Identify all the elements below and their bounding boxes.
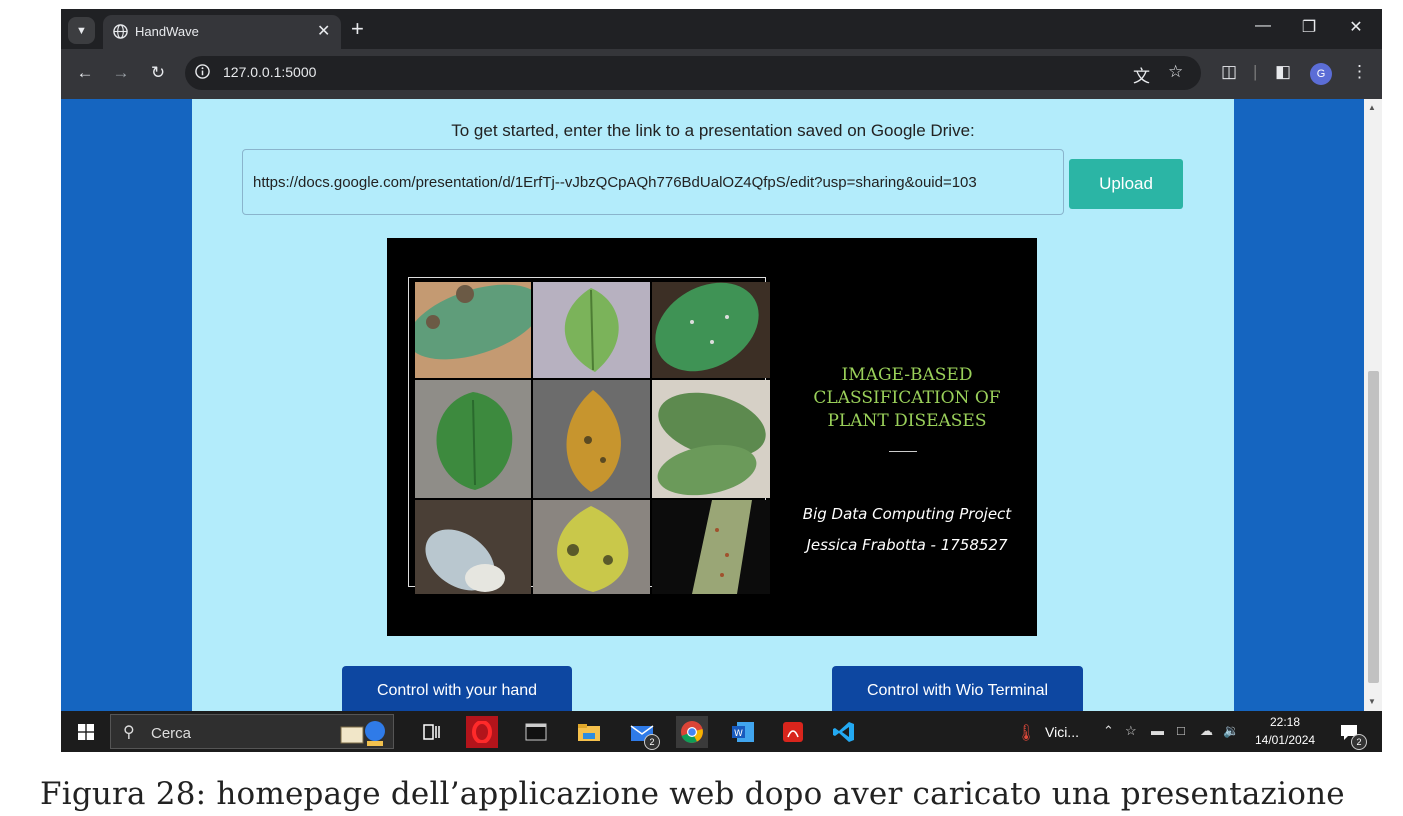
slide-author: Jessica Frabotta - 1758527 — [806, 536, 1008, 554]
upload-button[interactable]: Upload — [1069, 159, 1183, 209]
mail-icon[interactable]: 2 — [626, 716, 660, 750]
chrome-icon[interactable] — [676, 716, 708, 748]
slide-title-line: IMAGE-BASED — [841, 365, 973, 385]
word-icon[interactable]: W — [727, 716, 759, 748]
tab-search-button[interactable]: ▼ — [68, 17, 95, 44]
window-close-icon[interactable]: ✕ — [1341, 17, 1371, 37]
search-icon: ⚲ — [123, 724, 135, 741]
plant-leaf-collage — [415, 282, 770, 594]
page-viewport: To get started, enter the link to a pres… — [61, 99, 1364, 711]
clock-time[interactable]: 22:18 — [1270, 715, 1300, 729]
opera-icon[interactable] — [466, 716, 498, 748]
tab-close-icon[interactable]: ✕ — [317, 21, 330, 41]
side-panel-icon[interactable]: ◧ — [1275, 62, 1291, 82]
notification-center-icon[interactable]: 2 — [1333, 716, 1367, 750]
slide-title: IMAGE-BASED CLASSIFICATION OF PLANT DISE… — [792, 364, 1022, 433]
leaf-photo — [652, 282, 770, 378]
control-with-wio-terminal-button[interactable]: Control with Wio Terminal — [832, 666, 1083, 711]
file-explorer-icon[interactable] — [573, 716, 605, 748]
browser-window: ▼ HandWave ✕ + — ❐ ✕ ← → ↻ 127.0.0.1:500… — [61, 9, 1382, 711]
page-scrollbar[interactable]: ▲ ▼ — [1364, 99, 1382, 711]
search-highlight-icon — [340, 721, 385, 746]
browser-toolbar: ← → ↻ 127.0.0.1:5000 文 ☆ ◫ | ◧ G ⋮ — [61, 49, 1382, 99]
onedrive-cloud-icon[interactable]: ☁ — [1200, 723, 1213, 739]
tab-title: HandWave — [135, 24, 199, 39]
slide-preview: IMAGE-BASED CLASSIFICATION OF PLANT DISE… — [387, 238, 1037, 636]
slide-subtitle: Big Data Computing Project — [802, 505, 1012, 523]
vscode-icon[interactable] — [828, 716, 860, 748]
reload-icon[interactable]: ↻ — [146, 63, 170, 83]
new-tab-icon[interactable]: + — [351, 16, 364, 42]
bookmark-star-icon[interactable]: ☆ — [1168, 62, 1183, 82]
weather-text[interactable]: Vici... — [1045, 724, 1079, 740]
clock-date[interactable]: 14/01/2024 — [1255, 733, 1315, 747]
leaf-photo — [652, 500, 770, 594]
windows-start-icon[interactable] — [78, 724, 94, 740]
extensions-icon[interactable]: ◫ — [1221, 62, 1237, 82]
weather-thermometer-icon[interactable]: 🌡 — [1016, 723, 1036, 743]
address-bar[interactable]: 127.0.0.1:5000 文 ☆ — [185, 56, 1201, 90]
profile-avatar[interactable]: G — [1310, 63, 1332, 85]
minimize-icon[interactable]: — — [1248, 17, 1278, 35]
leaf-photo — [415, 380, 531, 498]
pdf-reader-icon[interactable] — [777, 716, 809, 748]
browser-tab[interactable]: HandWave ✕ — [103, 15, 341, 49]
taskbar-search-text: Cerca — [151, 725, 192, 742]
scroll-down-arrow-icon[interactable]: ▼ — [1368, 697, 1376, 706]
tab-strip: ▼ HandWave ✕ + — ❐ ✕ — [61, 9, 1382, 49]
tray-expand-icon[interactable]: ⌃ — [1103, 723, 1114, 739]
leaf-photo — [415, 282, 531, 378]
leaf-photo — [533, 500, 650, 594]
menu-icon[interactable]: ⋮ — [1351, 62, 1368, 82]
taskbar-search-box[interactable]: ⚲ Cerca — [110, 714, 394, 749]
terminal-icon[interactable] — [520, 716, 552, 748]
toolbar-divider: | — [1253, 62, 1258, 81]
slide-divider — [889, 451, 917, 452]
scroll-thumb[interactable] — [1368, 371, 1379, 683]
presentation-link-input[interactable] — [242, 149, 1064, 215]
slide-title-line: PLANT DISEASES — [827, 411, 987, 431]
back-icon[interactable]: ← — [73, 63, 97, 83]
main-panel: To get started, enter the link to a pres… — [192, 99, 1234, 711]
url-text[interactable]: 127.0.0.1:5000 — [223, 64, 316, 80]
restore-icon[interactable]: ❐ — [1294, 17, 1324, 37]
scroll-up-arrow-icon[interactable]: ▲ — [1368, 103, 1376, 112]
instructions-text: To get started, enter the link to a pres… — [451, 121, 975, 140]
control-with-hand-button[interactable]: Control with your hand — [342, 666, 572, 711]
windows-taskbar: ⚲ Cerca 2 W 🌡 Vici... ⌃ ☆ ▬ □ ☁ 🔉 22:18 … — [61, 711, 1382, 752]
leaf-photo — [533, 380, 650, 498]
leaf-photo — [652, 380, 770, 498]
slide-title-line: CLASSIFICATION OF — [813, 388, 1001, 408]
leaf-photo — [415, 500, 531, 594]
battery-icon[interactable]: ▬ — [1151, 723, 1164, 738]
notification-badge: 2 — [1351, 734, 1367, 750]
svg-text:W: W — [734, 729, 743, 739]
wifi-icon[interactable]: ☆ — [1125, 723, 1137, 739]
translate-icon[interactable]: 文 — [1133, 62, 1150, 87]
volume-icon[interactable]: 🔉 — [1223, 723, 1239, 739]
site-info-icon[interactable] — [195, 64, 210, 79]
mail-badge: 2 — [644, 734, 660, 750]
leaf-photo — [533, 282, 650, 378]
figure-caption: Figura 28: homepage dell’applicazione we… — [40, 776, 1345, 812]
task-view-icon[interactable] — [416, 716, 448, 748]
device-icon[interactable]: □ — [1177, 723, 1185, 738]
forward-icon[interactable]: → — [109, 63, 133, 83]
globe-icon — [113, 24, 128, 39]
